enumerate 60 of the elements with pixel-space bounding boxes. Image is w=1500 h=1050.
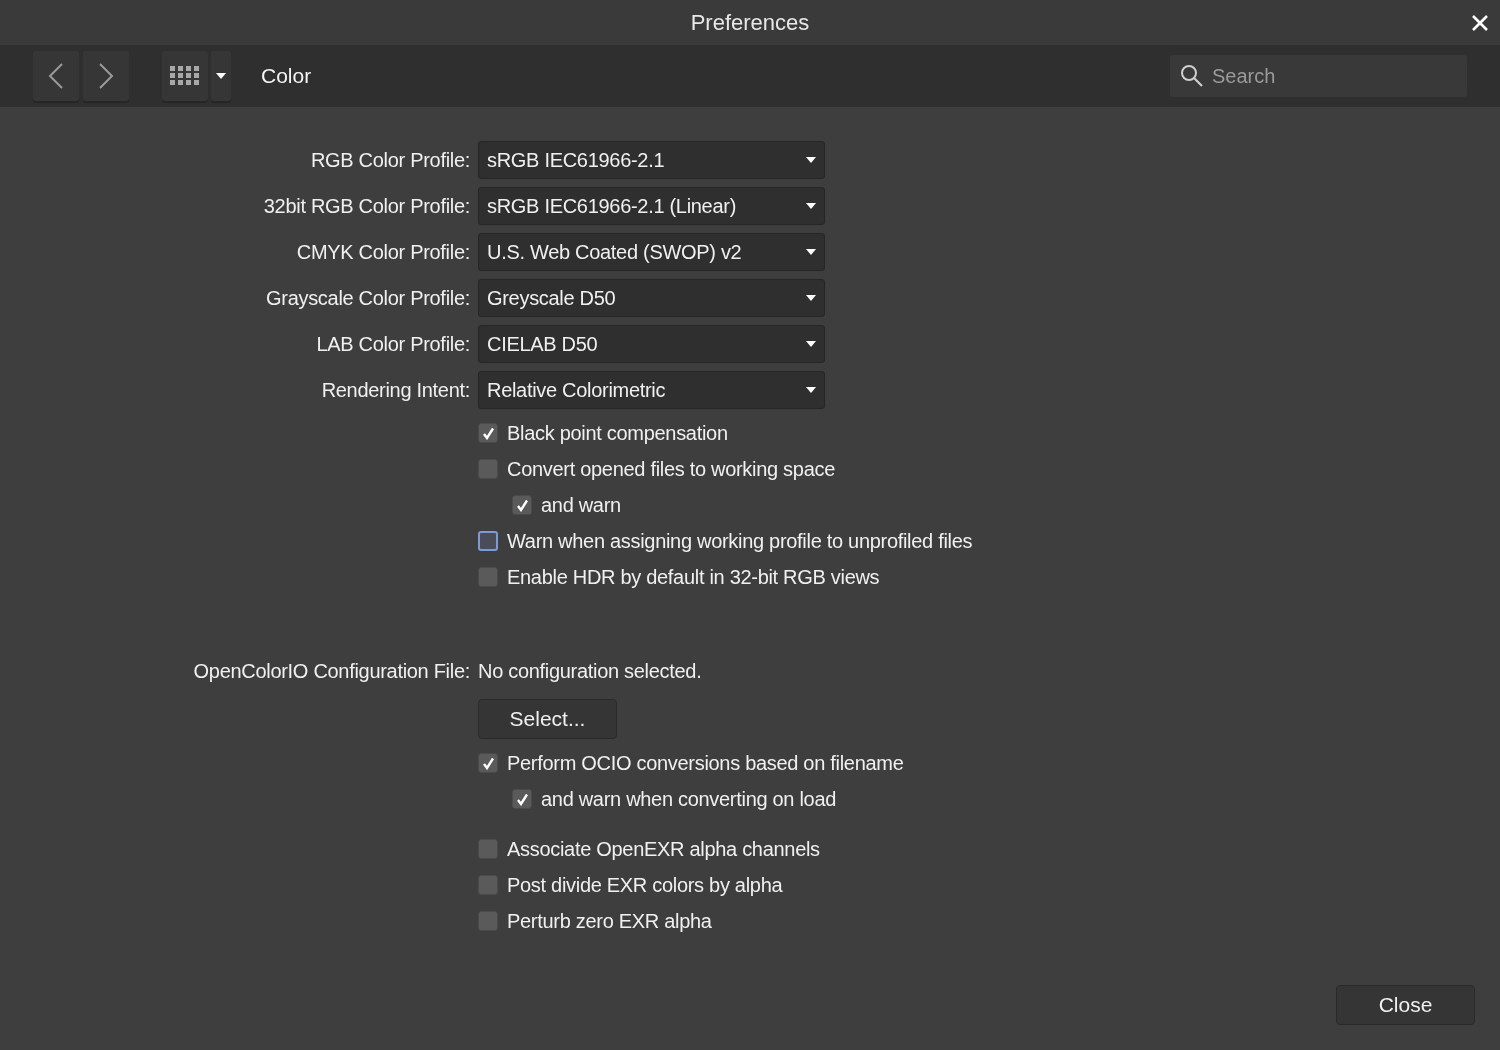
select-button[interactable]: Select... <box>478 699 617 739</box>
checkbox[interactable] <box>478 423 498 443</box>
checkbox-label: Black point compensation <box>507 421 728 446</box>
back-button[interactable] <box>33 51 79 101</box>
checkmark-icon <box>515 792 529 806</box>
field-label: 32bit RGB Color Profile: <box>262 194 470 219</box>
close-button[interactable]: Close <box>1336 985 1475 1025</box>
search-icon <box>1180 64 1204 88</box>
dropdown[interactable]: sRGB IEC61966-2.1 <box>478 141 825 179</box>
chevron-left-icon <box>48 63 64 89</box>
field-label: Rendering Intent: <box>320 378 470 403</box>
search-input[interactable]: Search <box>1212 61 1452 91</box>
checkbox-label: Perform OCIO conversions based on filename <box>507 751 904 776</box>
checkbox[interactable] <box>512 495 532 515</box>
field-label: Grayscale Color Profile: <box>265 286 470 311</box>
caret-icon <box>806 157 816 163</box>
checkbox-label: Enable HDR by default in 32-bit RGB views <box>507 565 880 590</box>
grid-view-button[interactable] <box>162 51 208 101</box>
dropdown[interactable]: U.S. Web Coated (SWOP) v2 <box>478 233 825 271</box>
checkbox-label: and warn when converting on load <box>541 787 837 812</box>
caret-icon <box>806 203 816 209</box>
section-title: Color <box>261 63 312 90</box>
caret-icon <box>806 249 816 255</box>
config-file-value: No configuration selected. <box>478 659 702 684</box>
checkbox[interactable] <box>478 875 498 895</box>
dropdown-button[interactable] <box>211 51 231 101</box>
checkbox[interactable] <box>478 753 498 773</box>
field-label: CMYK Color Profile: <box>295 240 470 265</box>
dropdown[interactable]: sRGB IEC61966-2.1 (Linear) <box>478 187 825 225</box>
checkmark-icon <box>481 426 495 440</box>
checkbox[interactable] <box>478 839 498 859</box>
checkbox-label: Post divide EXR colors by alpha <box>507 873 783 898</box>
field-label: OpenColorIO Configuration File: <box>192 659 470 684</box>
checkbox[interactable] <box>478 567 498 587</box>
checkbox-label: Associate OpenEXR alpha channels <box>507 837 820 862</box>
search-field[interactable]: Search <box>1170 55 1467 97</box>
window-title: Preferences <box>690 9 810 37</box>
caret-icon <box>806 341 816 347</box>
checkbox-label: Convert opened files to working space <box>507 457 835 482</box>
dropdown[interactable]: Relative Colorimetric <box>478 371 825 409</box>
checkbox-label: Warn when assigning working profile to unprofiled files <box>507 529 973 554</box>
checkmark-icon <box>481 756 495 770</box>
checkmark-icon <box>515 498 529 512</box>
checkbox[interactable] <box>478 459 498 479</box>
field-label: RGB Color Profile: <box>309 148 470 173</box>
close-icon[interactable] <box>1470 13 1490 33</box>
checkbox[interactable] <box>478 531 498 551</box>
grid-icon <box>170 66 200 86</box>
chevron-right-icon <box>98 63 114 89</box>
forward-button[interactable] <box>83 51 129 101</box>
caret-icon <box>806 295 816 301</box>
dropdown[interactable]: CIELAB D50 <box>478 325 825 363</box>
caret-icon <box>216 73 226 79</box>
field-label: LAB Color Profile: <box>315 332 470 357</box>
checkbox-label: Perturb zero EXR alpha <box>507 909 712 934</box>
checkbox[interactable] <box>512 789 532 809</box>
checkbox[interactable] <box>478 911 498 931</box>
dropdown[interactable]: Greyscale D50 <box>478 279 825 317</box>
checkbox-label: and warn <box>541 493 621 518</box>
caret-icon <box>806 387 816 393</box>
